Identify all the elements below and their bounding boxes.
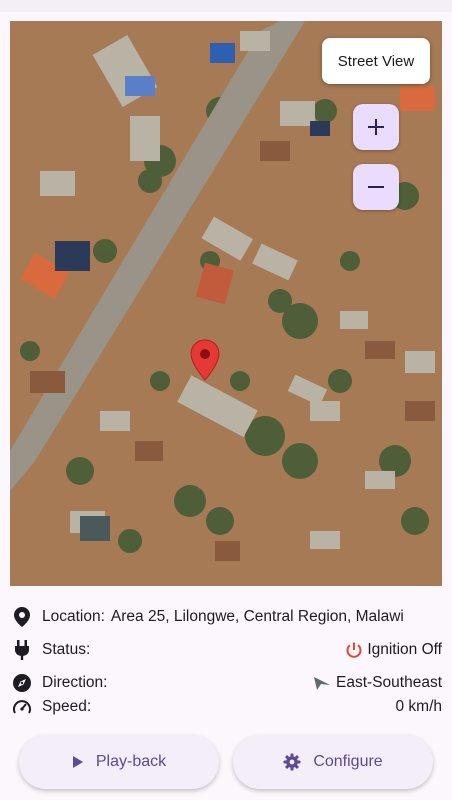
status-row: Status: Ignition Off [10, 638, 442, 662]
power-icon [345, 641, 363, 659]
direction-label: Direction: [42, 674, 108, 691]
plus-icon [368, 119, 384, 135]
zoom-out-button[interactable] [353, 164, 399, 210]
street-view-button[interactable]: Street View [322, 38, 430, 84]
status-value: Ignition Off [367, 641, 442, 658]
street-view-label: Street View [337, 52, 415, 70]
location-pin-icon [10, 605, 34, 629]
playback-label: Play-back [95, 753, 167, 770]
gear-icon [283, 753, 301, 771]
location-label: Location: [42, 608, 105, 625]
zoom-in-button[interactable] [353, 104, 399, 150]
playback-button[interactable]: Play-back [19, 735, 219, 789]
direction-row: Direction: East-Southeast [10, 671, 442, 695]
plug-icon [10, 638, 34, 662]
minus-icon [368, 186, 384, 188]
location-row: Location: Area 25, Lilongwe, Central Reg… [10, 605, 442, 629]
location-value: Area 25, Lilongwe, Central Region, Malaw… [110, 608, 404, 625]
map-pin-icon [190, 339, 220, 381]
speed-label: Speed: [42, 698, 92, 715]
speed-value: 0 km/h [395, 698, 442, 715]
configure-label: Configure [313, 753, 383, 770]
play-icon [72, 755, 84, 769]
compass-icon [10, 671, 34, 695]
direction-value: East-Southeast [336, 674, 442, 691]
speedometer-icon [10, 695, 34, 719]
direction-arrow-icon [312, 675, 332, 691]
status-bar [0, 0, 452, 12]
configure-button[interactable]: Configure [233, 735, 433, 789]
speed-row: Speed: 0 km/h [10, 695, 442, 719]
location-marker[interactable] [190, 339, 220, 381]
status-label: Status: [42, 641, 91, 658]
